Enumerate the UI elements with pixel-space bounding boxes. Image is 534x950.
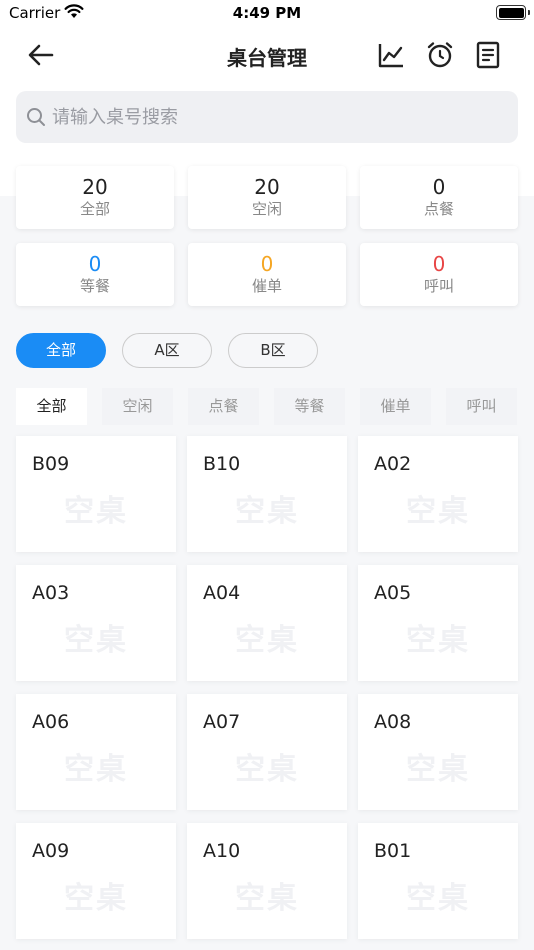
alarm-clock-icon[interactable] bbox=[426, 41, 454, 69]
status-time: 4:49 PM bbox=[232, 4, 302, 22]
stat-ordering[interactable]: 0 点餐 bbox=[360, 166, 518, 229]
stat-rush[interactable]: 0 催单 bbox=[188, 243, 346, 306]
stat-label: 空闲 bbox=[251, 200, 282, 218]
table-name: A10 bbox=[203, 840, 241, 862]
table-status: 空桌 bbox=[235, 752, 299, 787]
table-status: 空桌 bbox=[406, 881, 470, 916]
filter-tab-idle[interactable]: 空闲 bbox=[102, 388, 173, 425]
filter-tab-waiting[interactable]: 等餐 bbox=[274, 388, 345, 425]
filter-tab-ordering[interactable]: 点餐 bbox=[188, 388, 259, 425]
stat-value: 0 bbox=[432, 175, 446, 199]
stat-value: 0 bbox=[88, 252, 102, 276]
table-status: 空桌 bbox=[64, 881, 128, 916]
table-name: B09 bbox=[32, 453, 70, 475]
table-card[interactable]: A08 空桌 bbox=[358, 694, 518, 810]
battery-icon bbox=[496, 5, 526, 20]
table-name: A06 bbox=[32, 711, 70, 733]
stat-call[interactable]: 0 呼叫 bbox=[360, 243, 518, 306]
stat-label: 全部 bbox=[79, 200, 110, 218]
stat-label: 点餐 bbox=[423, 200, 454, 218]
table-name: A08 bbox=[374, 711, 412, 733]
search-input[interactable] bbox=[52, 91, 502, 143]
table-card[interactable]: A06 空桌 bbox=[16, 694, 176, 810]
stat-label: 等餐 bbox=[79, 277, 110, 295]
table-status: 空桌 bbox=[235, 623, 299, 658]
table-card[interactable]: A03 空桌 bbox=[16, 565, 176, 681]
stat-waiting[interactable]: 0 等餐 bbox=[16, 243, 174, 306]
table-status: 空桌 bbox=[406, 494, 470, 529]
stat-value: 20 bbox=[82, 175, 108, 199]
area-chip-b[interactable]: B区 bbox=[228, 333, 318, 368]
stat-value: 20 bbox=[254, 175, 280, 199]
stat-all[interactable]: 20 全部 bbox=[16, 166, 174, 229]
table-name: A09 bbox=[32, 840, 70, 862]
table-name: B10 bbox=[203, 453, 241, 475]
table-card[interactable]: A10 空桌 bbox=[187, 823, 347, 939]
search-icon bbox=[26, 107, 46, 127]
stat-value: 0 bbox=[432, 252, 446, 276]
table-card[interactable]: B09 空桌 bbox=[16, 436, 176, 552]
filter-tab-call[interactable]: 呼叫 bbox=[446, 388, 517, 425]
table-name: A05 bbox=[374, 582, 412, 604]
table-name: B01 bbox=[374, 840, 412, 862]
chart-line-icon[interactable] bbox=[377, 41, 405, 69]
table-card[interactable]: B10 空桌 bbox=[187, 436, 347, 552]
table-card[interactable]: A02 空桌 bbox=[358, 436, 518, 552]
table-name: A02 bbox=[374, 453, 412, 475]
table-name: A04 bbox=[203, 582, 241, 604]
table-status: 空桌 bbox=[235, 494, 299, 529]
table-card[interactable]: A09 空桌 bbox=[16, 823, 176, 939]
stat-label: 催单 bbox=[251, 277, 282, 295]
table-name: A07 bbox=[203, 711, 241, 733]
table-status: 空桌 bbox=[64, 494, 128, 529]
status-bar: Carrier 4:49 PM bbox=[0, 0, 534, 28]
table-card[interactable]: A07 空桌 bbox=[187, 694, 347, 810]
table-status: 空桌 bbox=[406, 752, 470, 787]
filter-tab-rush[interactable]: 催单 bbox=[360, 388, 431, 425]
area-chip-all[interactable]: 全部 bbox=[16, 333, 106, 368]
table-status: 空桌 bbox=[406, 623, 470, 658]
stat-label: 呼叫 bbox=[423, 277, 454, 295]
search-bar bbox=[16, 91, 518, 143]
table-card[interactable]: A05 空桌 bbox=[358, 565, 518, 681]
area-chip-a[interactable]: A区 bbox=[122, 333, 212, 368]
table-card[interactable]: A04 空桌 bbox=[187, 565, 347, 681]
document-icon[interactable] bbox=[474, 41, 502, 69]
nav-bar: 桌台管理 bbox=[0, 28, 534, 82]
table-name: A03 bbox=[32, 582, 70, 604]
stat-value: 0 bbox=[260, 252, 274, 276]
table-status: 空桌 bbox=[64, 752, 128, 787]
table-status: 空桌 bbox=[235, 881, 299, 916]
table-status: 空桌 bbox=[64, 623, 128, 658]
table-card[interactable]: B01 空桌 bbox=[358, 823, 518, 939]
filter-tab-all[interactable]: 全部 bbox=[16, 388, 87, 425]
stat-idle[interactable]: 20 空闲 bbox=[188, 166, 346, 229]
